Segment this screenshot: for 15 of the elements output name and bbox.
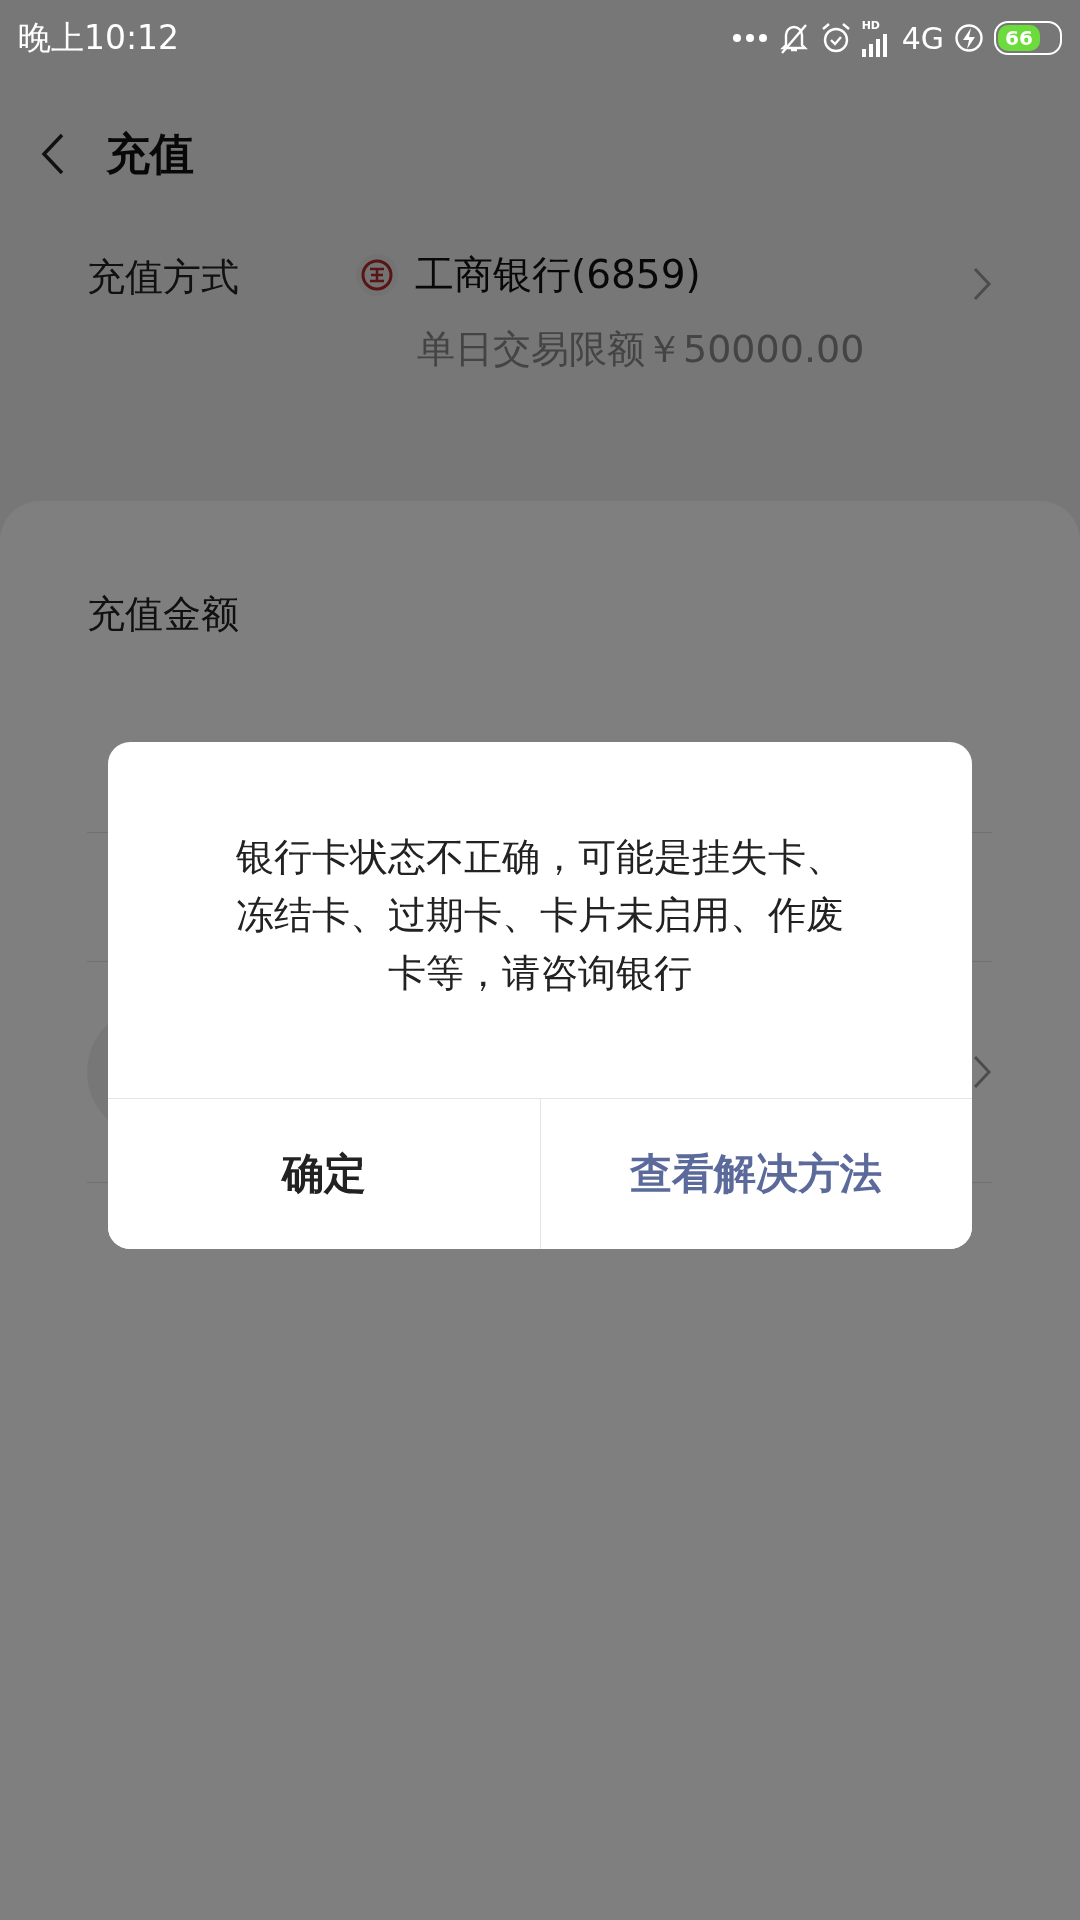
payment-method-label: 充值方式	[87, 254, 240, 301]
bank-name[interactable]: 工商银行(6859)	[415, 248, 701, 302]
hd-label: HD	[861, 19, 880, 31]
dialog-message: 银行卡状态不正确，可能是挂失卡、冻结卡、过期卡、卡片未启用、作废卡等，请咨询银行	[235, 834, 845, 997]
more-dots-icon	[731, 33, 768, 43]
battery-icon: 66	[994, 21, 1062, 55]
page-title: 充值	[106, 126, 194, 181]
amount-label: 充值金额	[87, 591, 240, 638]
network-type: 4G	[901, 20, 944, 56]
chevron-right-icon[interactable]	[972, 266, 992, 302]
view-solution-button[interactable]: 查看解决方法	[539, 1099, 972, 1249]
charging-icon	[954, 23, 984, 53]
back-icon[interactable]	[40, 132, 66, 176]
chevron-right-icon[interactable]	[972, 1054, 992, 1090]
status-time: 晚上10:12	[18, 16, 180, 59]
